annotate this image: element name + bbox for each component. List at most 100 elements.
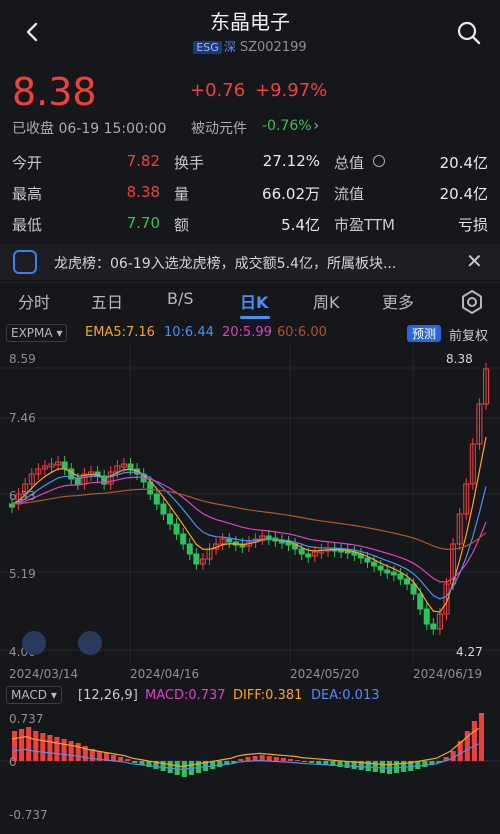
stats-row-high: 最高 8.38 量 66.02万 流值 20.4亿: [12, 183, 488, 214]
price-axis-label: 5.19: [9, 567, 36, 581]
macd-bar: [174, 761, 180, 775]
price-axis-label: 6.33: [9, 489, 36, 503]
stat-label: 最高: [12, 185, 43, 203]
stat-value: 7.70: [126, 214, 160, 232]
candle-body: [153, 493, 160, 505]
macd-bar: [118, 757, 124, 761]
macd-bar: [19, 729, 25, 761]
stat-value: 27.12%: [262, 152, 320, 170]
ema5-value: EMA5:7.16: [85, 325, 155, 340]
close-icon[interactable]: ✕: [466, 249, 483, 273]
stat-label: 额: [174, 216, 190, 234]
settings-icon[interactable]: [459, 289, 485, 315]
candle-body: [417, 593, 424, 610]
stock-name: 东晶电子: [210, 10, 290, 34]
macd-axis-label: 0.737: [9, 712, 44, 726]
stat-value: 5.4亿: [281, 216, 320, 234]
macd-bar: [316, 761, 322, 764]
macd-bar: [266, 756, 272, 761]
double-chevron-icon[interactable]: [22, 631, 46, 655]
macd-bar: [33, 731, 39, 761]
tab-five-day[interactable]: 五日: [91, 289, 123, 313]
sector-change[interactable]: -0.76% ›: [262, 118, 319, 134]
current-price: 8.38: [12, 70, 97, 114]
stat-label: 换手: [174, 154, 205, 172]
candle-body: [173, 523, 180, 535]
tab-more[interactable]: 更多: [382, 289, 414, 313]
macd-bar: [422, 761, 428, 767]
macd-bar: [478, 713, 484, 761]
candle-body: [371, 561, 378, 567]
stat-label[interactable]: 总值: [334, 152, 364, 173]
stat-value: 20.4亿: [439, 154, 488, 172]
stat-label: 最低: [12, 216, 43, 234]
expma-selector[interactable]: EXPMA ▾: [6, 324, 68, 342]
sector-change-value: -0.76%: [262, 118, 312, 134]
macd-bar: [75, 743, 81, 761]
macd-chart[interactable]: [0, 706, 500, 834]
tab-weekly-k[interactable]: 周K: [313, 289, 340, 313]
diff-value: DIFF:0.381: [233, 688, 303, 703]
forecast-button[interactable]: 预测: [407, 325, 442, 342]
candle-body: [397, 573, 404, 580]
caret-down-icon: ▾: [50, 688, 57, 702]
stock-code: SZ002199: [239, 40, 307, 55]
macd-bar: [302, 761, 308, 762]
price-change-percent: +9.97%: [255, 80, 328, 101]
divider: [0, 282, 500, 283]
macd-value: MACD:0.737: [145, 688, 226, 703]
banner-text[interactable]: 龙虎榜：06-19入选龙虎榜，成交额5.4亿，所属板块...: [54, 253, 396, 273]
tab-intraday[interactable]: 分时: [18, 289, 50, 313]
date-label: 2024/06/19: [413, 667, 483, 681]
macd-bar: [372, 761, 378, 772]
chevron-right-icon: ›: [313, 118, 320, 134]
stock-subtitle: ESG 深 SZ002199: [0, 38, 500, 55]
stat-value: 8.38: [126, 183, 160, 201]
market-badge: 深: [223, 40, 236, 54]
candle-body: [298, 548, 305, 555]
candle-body: [167, 513, 173, 525]
tab-bs[interactable]: B/S: [167, 289, 194, 308]
esg-badge[interactable]: ESG: [193, 41, 222, 54]
candle-body: [404, 578, 410, 585]
sector-label[interactable]: 被动元件: [191, 118, 247, 138]
candle-body: [74, 478, 81, 485]
macd-bar: [245, 757, 251, 761]
candle-body: [410, 583, 417, 595]
kline-chart[interactable]: [0, 344, 500, 684]
date-label: 2024/05/20: [290, 667, 360, 681]
macd-bar: [54, 737, 60, 761]
info-icon[interactable]: [373, 155, 385, 167]
high-price-mark: 8.38: [446, 352, 473, 366]
macd-bar: [68, 741, 74, 761]
stat-label: 今开: [12, 154, 43, 172]
ema20-value: 20:5.99: [222, 325, 272, 340]
macd-bar: [61, 739, 67, 761]
adjust-selector[interactable]: 前复权: [449, 325, 488, 344]
tab-daily-k[interactable]: 日K: [240, 289, 268, 313]
stat-value: 7.82: [126, 152, 160, 170]
candle-body: [265, 535, 272, 540]
macd-bar: [40, 733, 46, 761]
macd-bar: [273, 757, 279, 761]
macd-bar: [309, 761, 315, 763]
candle-body: [384, 569, 391, 574]
date-label: 2024/03/14: [9, 667, 79, 681]
macd-bar: [125, 759, 131, 761]
candle-body: [305, 553, 312, 558]
expand-icon[interactable]: [78, 631, 102, 655]
stat-label: 流值: [334, 185, 365, 203]
ema20-line: [11, 476, 487, 583]
candle-body: [61, 461, 68, 470]
caret-down-icon: ▾: [56, 326, 63, 340]
price-axis-label: 7.46: [9, 411, 36, 425]
macd-selector[interactable]: MACD ▾: [6, 686, 62, 704]
macd-params: [12,26,9]: [78, 688, 138, 703]
price-change: +0.76: [190, 80, 246, 101]
stats-row-low: 最低 7.70 额 5.4亿 市盈TTM 亏损: [12, 214, 488, 245]
macd-bar: [167, 761, 173, 773]
macd-bar: [26, 727, 32, 761]
macd-bar: [471, 721, 477, 761]
candle-body: [160, 503, 167, 515]
search-icon[interactable]: [454, 18, 484, 48]
